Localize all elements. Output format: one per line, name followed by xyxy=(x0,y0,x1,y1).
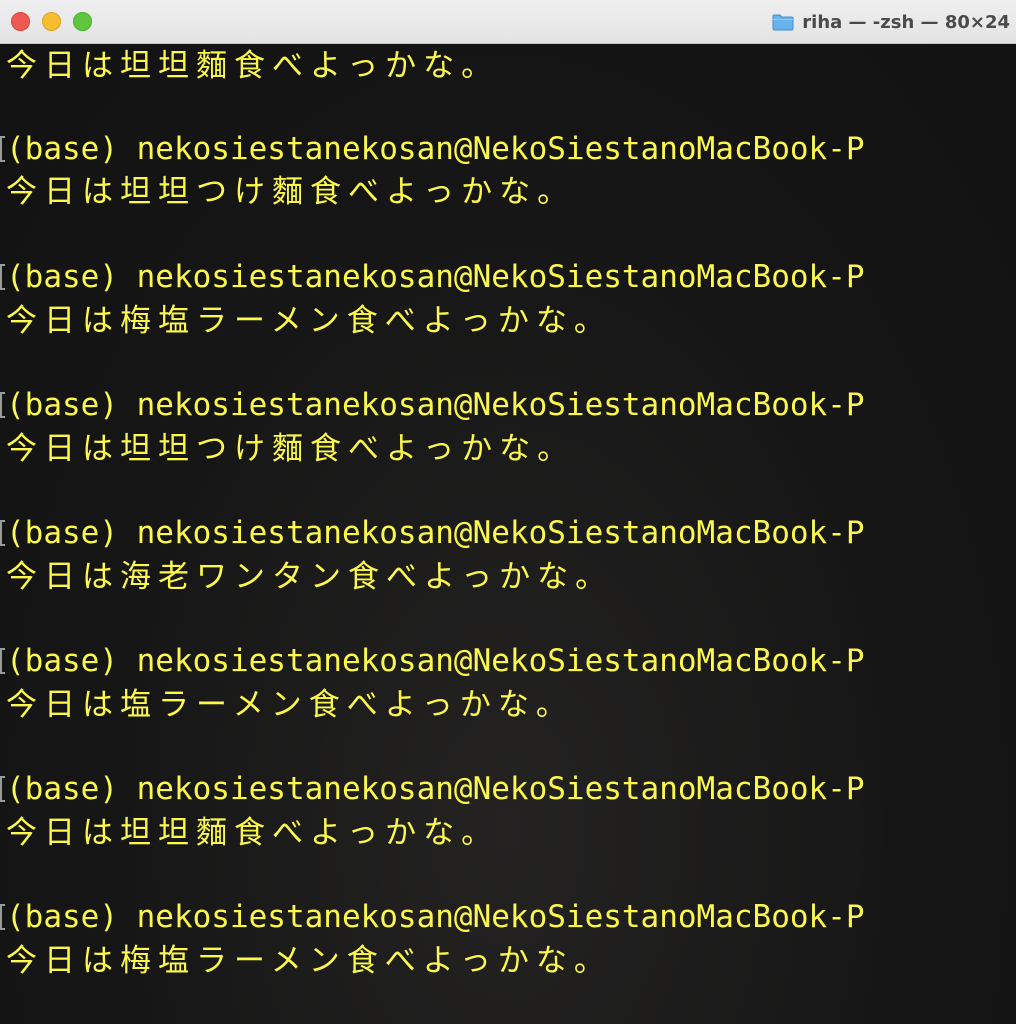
prompt-line: (base) nekosiestanekosan@NekoSiestanoMac… xyxy=(6,131,865,167)
prompt-line: (base) nekosiestanekosan@NekoSiestanoMac… xyxy=(6,259,865,295)
line-mark-bracket xyxy=(0,904,5,930)
output-line: 今日は坦坦麵食べよっかな。 xyxy=(6,48,500,84)
prompt-line: (base) nekosiestanekosan@NekoSiestanoMac… xyxy=(6,899,865,935)
line-mark-bracket xyxy=(0,136,5,162)
window-title-group: riha — -zsh — 80×24 xyxy=(772,0,1010,44)
line-mark-bracket xyxy=(0,776,5,802)
window-title: riha — -zsh — 80×24 xyxy=(802,11,1010,33)
close-button[interactable] xyxy=(11,12,30,31)
line-mark-bracket xyxy=(0,392,5,418)
line-mark-bracket xyxy=(0,520,5,546)
minimize-button[interactable] xyxy=(42,12,61,31)
output-line: 今日は坦坦つけ麵食べよっかな。 xyxy=(6,431,576,467)
output-line: 今日は梅塩ラーメン食べよっかな。 xyxy=(6,943,612,979)
output-line: 今日は梅塩ラーメン食べよっかな。 xyxy=(6,303,612,339)
terminal-content[interactable]: 今日は坦坦麵食べよっかな。 (base) nekosiestanekosan@Ne… xyxy=(0,44,1016,1024)
output-line: 今日は坦坦つけ麵食べよっかな。 xyxy=(6,174,576,210)
output-line: 今日は坦坦麵食べよっかな。 xyxy=(6,815,500,851)
title-bar[interactable]: riha — -zsh — 80×24 xyxy=(0,0,1016,44)
output-line: 今日は海老ワンタン食べよっかな。 xyxy=(6,559,614,595)
prompt-line: (base) nekosiestanekosan@NekoSiestanoMac… xyxy=(6,387,865,423)
line-mark-bracket xyxy=(0,648,5,674)
folder-icon xyxy=(772,14,794,31)
zoom-button[interactable] xyxy=(73,12,92,31)
line-mark-bracket xyxy=(0,264,5,290)
terminal-window: riha — -zsh — 80×24 今日は坦坦麵食べよっかな。 (base) … xyxy=(0,0,1016,1024)
prompt-line: (base) nekosiestanekosan@NekoSiestanoMac… xyxy=(6,771,865,807)
prompt-line: (base) nekosiestanekosan@NekoSiestanoMac… xyxy=(6,515,865,551)
prompt-line: (base) nekosiestanekosan@NekoSiestanoMac… xyxy=(6,643,865,679)
output-line: 今日は塩ラーメン食べよっかな。 xyxy=(6,687,574,723)
